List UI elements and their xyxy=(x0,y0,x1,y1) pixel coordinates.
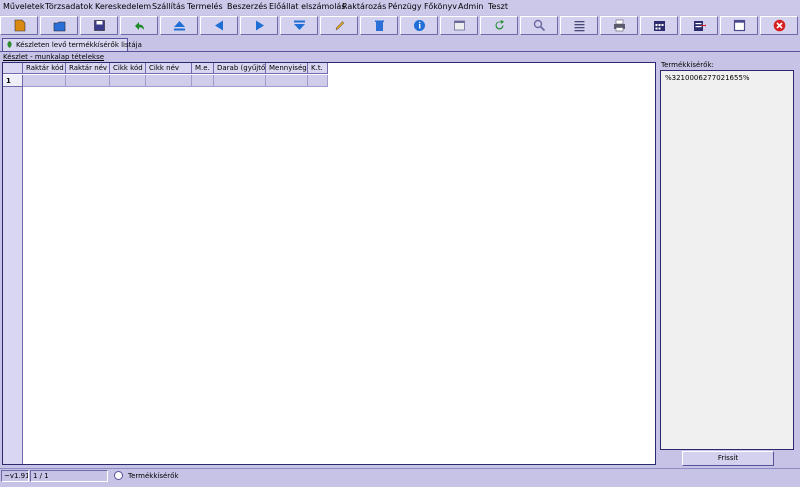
next-button[interactable] xyxy=(240,16,278,35)
section-label: Készlet - munkalap tételekse xyxy=(3,53,105,61)
close-icon xyxy=(773,19,786,32)
last-icon xyxy=(294,20,305,30)
menu-bar: Műveletek Törzsadatok Kereskedelem Szállítá… xyxy=(0,0,800,15)
data-grid[interactable]: Raktár kód Raktár név Cikk kód Cikk név M.e.… xyxy=(2,62,656,465)
menu-item-teszt[interactable]: Teszt xyxy=(488,2,508,12)
next-icon xyxy=(256,20,264,31)
side-panel-label: Termékkísérők: xyxy=(661,61,714,69)
print-button[interactable] xyxy=(600,16,638,35)
open-icon xyxy=(53,21,66,32)
last-button[interactable] xyxy=(280,16,318,35)
edit-icon xyxy=(335,21,345,31)
save-icon xyxy=(94,20,105,31)
info-icon xyxy=(414,20,425,31)
tab-strip: Készleten levő termékkísérők listája xyxy=(0,37,800,52)
new-button[interactable] xyxy=(0,16,38,35)
tab-termekkiserok[interactable]: Készleten levő termékkísérők listája xyxy=(2,38,142,51)
column-header[interactable]: Darab (gyűjtő) xyxy=(214,63,266,74)
previous-icon xyxy=(215,20,223,31)
previous-button[interactable] xyxy=(200,16,238,35)
delete-button[interactable] xyxy=(360,16,398,35)
table-cell[interactable] xyxy=(110,75,146,87)
first-icon xyxy=(174,21,185,31)
search-button[interactable] xyxy=(520,16,558,35)
first-button[interactable] xyxy=(160,16,198,35)
menu-item-admin[interactable]: Admin xyxy=(458,2,484,12)
grid-header: Raktár kód Raktár név Cikk kód Cikk név M.e.… xyxy=(3,63,655,75)
version-label: ~v1.91E xyxy=(1,470,29,482)
list-button[interactable] xyxy=(560,16,598,35)
save-button[interactable] xyxy=(80,16,118,35)
product-tag-textarea[interactable]: %3210006277021655% xyxy=(660,70,794,450)
termekkiserok-radio[interactable] xyxy=(114,471,123,480)
export-icon xyxy=(694,21,706,31)
column-header[interactable]: Cikk kód xyxy=(110,63,146,74)
table-cell[interactable] xyxy=(23,75,66,87)
menu-item-pénzügy[interactable]: Pénzügy xyxy=(388,2,422,12)
info-button[interactable] xyxy=(400,16,438,35)
window-button[interactable] xyxy=(440,16,478,35)
menu-item-szállítás[interactable]: Szállítás xyxy=(152,2,185,12)
calendar-icon xyxy=(654,21,665,31)
page-indicator: 1 / 1 xyxy=(30,470,108,482)
export-button[interactable] xyxy=(680,16,718,35)
refresh-button[interactable] xyxy=(480,16,518,35)
search-icon xyxy=(533,19,546,32)
refresh-button[interactable]: Frissít xyxy=(682,451,774,466)
close-button[interactable] xyxy=(760,16,798,35)
table-cell[interactable] xyxy=(214,75,266,87)
menu-item-törzsadatok[interactable]: Törzsadatok xyxy=(45,2,93,12)
tab-label: Készleten levő termékkísérők listája xyxy=(16,41,142,49)
column-header[interactable]: Mennyiség xyxy=(266,63,308,74)
menu-item-főkönyv[interactable]: Főkönyv xyxy=(424,2,457,12)
open-button[interactable] xyxy=(40,16,78,35)
toolbar xyxy=(0,15,800,37)
refresh-icon xyxy=(495,20,504,30)
column-header[interactable]: Raktár kód xyxy=(23,63,66,74)
table-cell[interactable] xyxy=(266,75,308,87)
status-bar: ~v1.91E 1 / 1 Termékkísérők xyxy=(0,468,800,484)
table-cell[interactable] xyxy=(146,75,192,87)
menu-item-kereskedelem[interactable]: Kereskedelem xyxy=(95,2,151,12)
menu-item-előállat-elszámolás[interactable]: Előállat elszámolás xyxy=(269,2,346,12)
grid-corner xyxy=(3,63,23,74)
menu-item-műveletek[interactable]: Műveletek xyxy=(3,2,44,12)
undo-icon xyxy=(135,22,144,30)
menu-item-termelés[interactable]: Termelés xyxy=(187,2,223,12)
table-cell[interactable] xyxy=(308,75,328,87)
column-header[interactable]: M.e. xyxy=(192,63,214,74)
delete-icon xyxy=(375,20,384,31)
leaf-icon xyxy=(7,41,12,48)
menu-item-raktározás[interactable]: Raktározás xyxy=(342,2,386,12)
print-icon xyxy=(614,19,625,32)
table-cell[interactable] xyxy=(192,75,214,87)
radio-label: Termékkísérők xyxy=(128,472,179,480)
undo-button[interactable] xyxy=(120,16,158,35)
table-cell[interactable] xyxy=(66,75,110,87)
menu-item-beszerzés[interactable]: Beszerzés xyxy=(227,2,267,12)
column-header[interactable]: K.t. xyxy=(308,63,328,74)
maximize-icon xyxy=(733,19,746,32)
window-icon xyxy=(454,20,465,31)
calendar-button[interactable] xyxy=(640,16,678,35)
maximize-button[interactable] xyxy=(720,16,758,35)
list-icon xyxy=(574,21,585,32)
row-header-column xyxy=(3,75,23,464)
new-icon xyxy=(14,19,26,32)
column-header[interactable]: Raktár név xyxy=(66,63,110,74)
edit-button[interactable] xyxy=(320,16,358,35)
row-number[interactable]: 1 xyxy=(3,75,23,87)
column-header[interactable]: Cikk név xyxy=(146,63,192,74)
side-panel: Termékkísérők: %3210006277021655% Frissí… xyxy=(659,61,797,466)
